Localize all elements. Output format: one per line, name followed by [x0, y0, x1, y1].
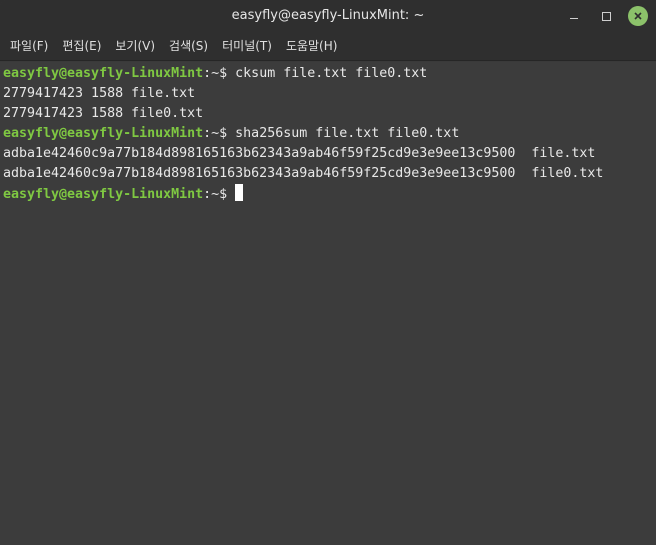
minimize-button[interactable] [562, 4, 586, 28]
terminal-line-cmd1: easyfly@easyfly-LinuxMint:~$ cksum file.… [3, 64, 640, 84]
close-icon [628, 6, 648, 26]
menu-file[interactable]: 파일(F) [3, 31, 55, 61]
prompt-separator: :~$ [203, 126, 236, 141]
menu-terminal[interactable]: 터미널(T) [215, 31, 279, 61]
menu-bar: 파일(F) 편집(E) 보기(V) 검색(S) 터미널(T) 도움말(H) [0, 31, 656, 61]
prompt-separator: :~$ [203, 187, 236, 202]
terminal-window: easyfly@easyfly-LinuxMint: ~ 파일(F) 편집(E)… [0, 0, 656, 545]
terminal-output[interactable]: easyfly@easyfly-LinuxMint:~$ cksum file.… [0, 62, 640, 545]
command-text: cksum file.txt file0.txt [235, 66, 428, 81]
terminal-line-cmd2: easyfly@easyfly-LinuxMint:~$ sha256sum f… [3, 124, 640, 144]
terminal-line-output: 2779417423 1588 file.txt [3, 86, 196, 101]
terminal-scrollbar[interactable] [640, 62, 656, 545]
menu-search[interactable]: 검색(S) [162, 31, 215, 61]
terminal-line-output: adba1e42460c9a77b184d898165163b62343a9ab… [3, 146, 596, 161]
prompt-user-host: easyfly@easyfly-LinuxMint [3, 66, 204, 81]
maximize-button[interactable] [594, 4, 618, 28]
prompt-user-host: easyfly@easyfly-LinuxMint [3, 126, 204, 141]
text-cursor [235, 184, 244, 201]
minimize-icon [570, 17, 578, 19]
command-text: sha256sum file.txt file0.txt [235, 126, 460, 141]
prompt-user-host: easyfly@easyfly-LinuxMint [3, 187, 204, 202]
terminal-line-prompt: easyfly@easyfly-LinuxMint:~$ [3, 184, 640, 204]
close-button[interactable] [626, 4, 650, 28]
window-controls [562, 4, 650, 28]
window-title: easyfly@easyfly-LinuxMint: ~ [231, 8, 425, 23]
terminal-line-output: adba1e42460c9a77b184d898165163b62343a9ab… [3, 166, 604, 181]
maximize-icon [601, 11, 611, 21]
menu-view[interactable]: 보기(V) [108, 31, 162, 61]
prompt-separator: :~$ [203, 66, 236, 81]
title-bar[interactable]: easyfly@easyfly-LinuxMint: ~ [0, 0, 656, 31]
menu-help[interactable]: 도움말(H) [279, 31, 345, 61]
menu-edit[interactable]: 편집(E) [55, 31, 108, 61]
terminal-line-output: 2779417423 1588 file0.txt [3, 106, 204, 121]
